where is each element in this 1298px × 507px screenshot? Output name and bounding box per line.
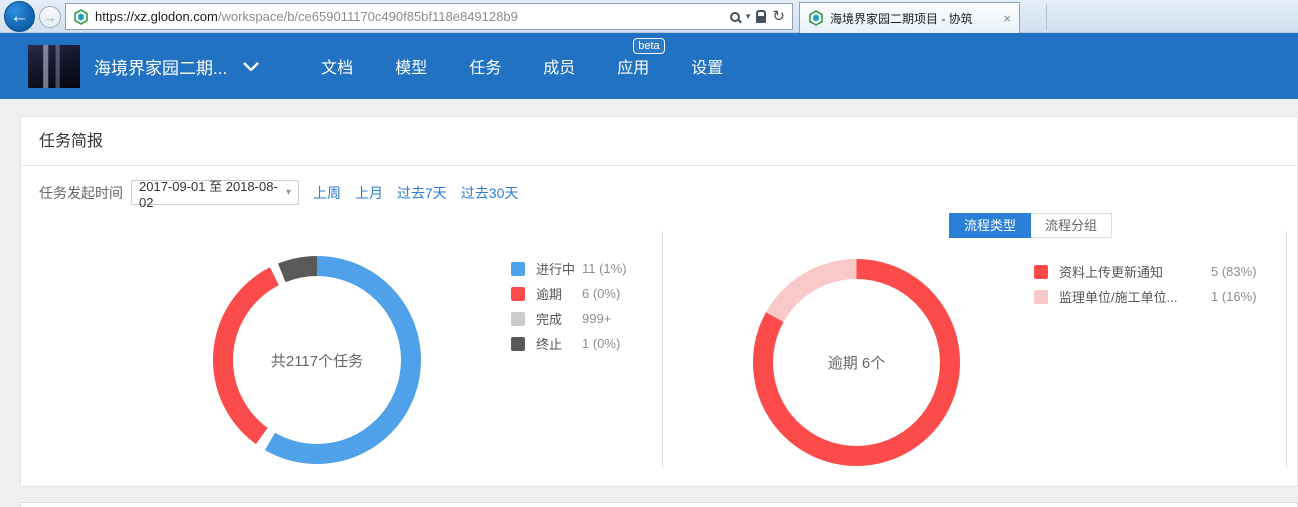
url-text[interactable]: https://xz.glodon.com/workspace/b/ce6590… xyxy=(95,9,724,24)
refresh-icon[interactable]: ↻ xyxy=(772,9,785,24)
site-favicon-icon xyxy=(73,9,89,25)
link-last-week[interactable]: 上周 xyxy=(313,183,341,203)
beta-badge: beta xyxy=(633,38,664,54)
page-title: 任务简报 xyxy=(21,117,1297,166)
tab-title: 海境界家园二期项目 - 协筑 xyxy=(830,10,997,27)
legend-value: 11 (1%) xyxy=(582,261,627,276)
legend-value: 999+ xyxy=(582,311,611,326)
legend-value: 1 (16%) xyxy=(1211,289,1257,304)
nav-item-apps-label: 应用 xyxy=(617,60,649,77)
link-last-month[interactable]: 上月 xyxy=(355,183,383,203)
legend-value: 5 (83%) xyxy=(1211,264,1257,279)
main-nav: 文档 模型 任务 成员 应用 beta 设置 xyxy=(321,54,723,78)
legend-label: 监理单位/施工单位... xyxy=(1059,287,1211,306)
date-range-value: 2017-09-01 至 2018-08-02 xyxy=(139,176,286,210)
donut-center-label: 逾期 6个 xyxy=(828,352,886,373)
back-button[interactable]: ← xyxy=(4,1,35,32)
legend-value: 6 (0%) xyxy=(582,286,620,301)
nav-item-apps[interactable]: 应用 beta xyxy=(617,54,649,78)
legend-label: 完成 xyxy=(536,309,582,328)
legend-swatch xyxy=(511,262,525,276)
legend-swatch xyxy=(511,287,525,301)
task-status-donut-chart[interactable]: 共2117个任务 xyxy=(213,256,421,464)
browser-chrome: ← → https://xz.glodon.com/workspace/b/ce… xyxy=(0,0,1298,33)
panel-divider xyxy=(1286,231,1287,467)
search-dropdown-caret-icon[interactable]: ▾ xyxy=(746,11,751,22)
legend-label: 终止 xyxy=(536,334,582,353)
overdue-donut-chart[interactable]: 逾期 6个 xyxy=(753,259,960,466)
legend-item[interactable]: 完成 999+ xyxy=(511,306,627,331)
next-card-edge xyxy=(20,502,1298,507)
tab-close-icon[interactable]: × xyxy=(1003,11,1011,26)
url-domain: https://xz.glodon.com xyxy=(95,9,218,24)
app-navbar: 海境界家园二期... 文档 模型 任务 成员 应用 beta 设置 xyxy=(0,33,1298,99)
legend-value: 1 (0%) xyxy=(582,336,620,351)
link-past-7-days[interactable]: 过去7天 xyxy=(397,183,447,203)
donut-hole: 共2117个任务 xyxy=(233,276,401,444)
legend-swatch xyxy=(511,312,525,326)
nav-item-models[interactable]: 模型 xyxy=(395,54,427,78)
nav-item-settings[interactable]: 设置 xyxy=(691,54,723,78)
nav-item-docs[interactable]: 文档 xyxy=(321,54,353,78)
select-caret-icon: ▾ xyxy=(286,187,291,198)
address-bar[interactable]: https://xz.glodon.com/workspace/b/ce6590… xyxy=(65,3,793,30)
filter-row: 任务发起时间 2017-09-01 至 2018-08-02 ▾ 上周 上月 过… xyxy=(39,180,518,205)
search-icon[interactable] xyxy=(730,12,740,22)
overdue-legend: 资料上传更新通知 5 (83%) 监理单位/施工单位... 1 (16%) xyxy=(1034,259,1257,309)
legend-item[interactable]: 终止 1 (0%) xyxy=(511,331,627,356)
filter-label: 任务发起时间 xyxy=(39,183,123,203)
tab-strip-divider xyxy=(1046,4,1047,30)
legend-swatch xyxy=(1034,265,1048,279)
legend-label: 逾期 xyxy=(536,284,582,303)
overdue-panel-tabs: 流程类型 流程分组 xyxy=(949,213,1112,238)
legend-item[interactable]: 监理单位/施工单位... 1 (16%) xyxy=(1034,284,1257,309)
task-report-card: 任务简报 任务发起时间 2017-09-01 至 2018-08-02 ▾ 上周… xyxy=(20,116,1298,487)
donut-center-label: 共2117个任务 xyxy=(271,350,363,371)
forward-button[interactable]: → xyxy=(39,6,61,28)
tab-favicon-icon xyxy=(808,10,824,26)
tab-process-type[interactable]: 流程类型 xyxy=(949,213,1031,238)
security-lock-icon[interactable] xyxy=(756,16,766,23)
panel-divider xyxy=(662,231,663,467)
project-name[interactable]: 海境界家园二期... xyxy=(94,54,227,79)
legend-swatch xyxy=(511,337,525,351)
task-status-legend: 进行中 11 (1%) 逾期 6 (0%) 完成 999+ 终止 1 (0%) xyxy=(511,256,627,356)
legend-label: 进行中 xyxy=(536,259,582,278)
quick-range-links: 上周 上月 过去7天 过去30天 xyxy=(313,183,518,203)
legend-swatch xyxy=(1034,290,1048,304)
legend-item[interactable]: 进行中 11 (1%) xyxy=(511,256,627,281)
date-range-select[interactable]: 2017-09-01 至 2018-08-02 ▾ xyxy=(131,180,299,205)
donut-hole: 逾期 6个 xyxy=(773,279,940,446)
browser-tab[interactable]: 海境界家园二期项目 - 协筑 × xyxy=(799,2,1020,33)
legend-label: 资料上传更新通知 xyxy=(1059,262,1211,281)
legend-item[interactable]: 资料上传更新通知 5 (83%) xyxy=(1034,259,1257,284)
legend-item[interactable]: 逾期 6 (0%) xyxy=(511,281,627,306)
tab-process-group[interactable]: 流程分组 xyxy=(1031,213,1112,238)
link-past-30-days[interactable]: 过去30天 xyxy=(461,183,519,203)
nav-item-tasks[interactable]: 任务 xyxy=(469,54,501,78)
url-path: /workspace/b/ce659011170c490f85bf118e849… xyxy=(218,9,518,24)
chevron-down-icon[interactable] xyxy=(243,62,259,71)
project-thumbnail[interactable] xyxy=(28,45,80,88)
nav-item-members[interactable]: 成员 xyxy=(543,54,575,78)
